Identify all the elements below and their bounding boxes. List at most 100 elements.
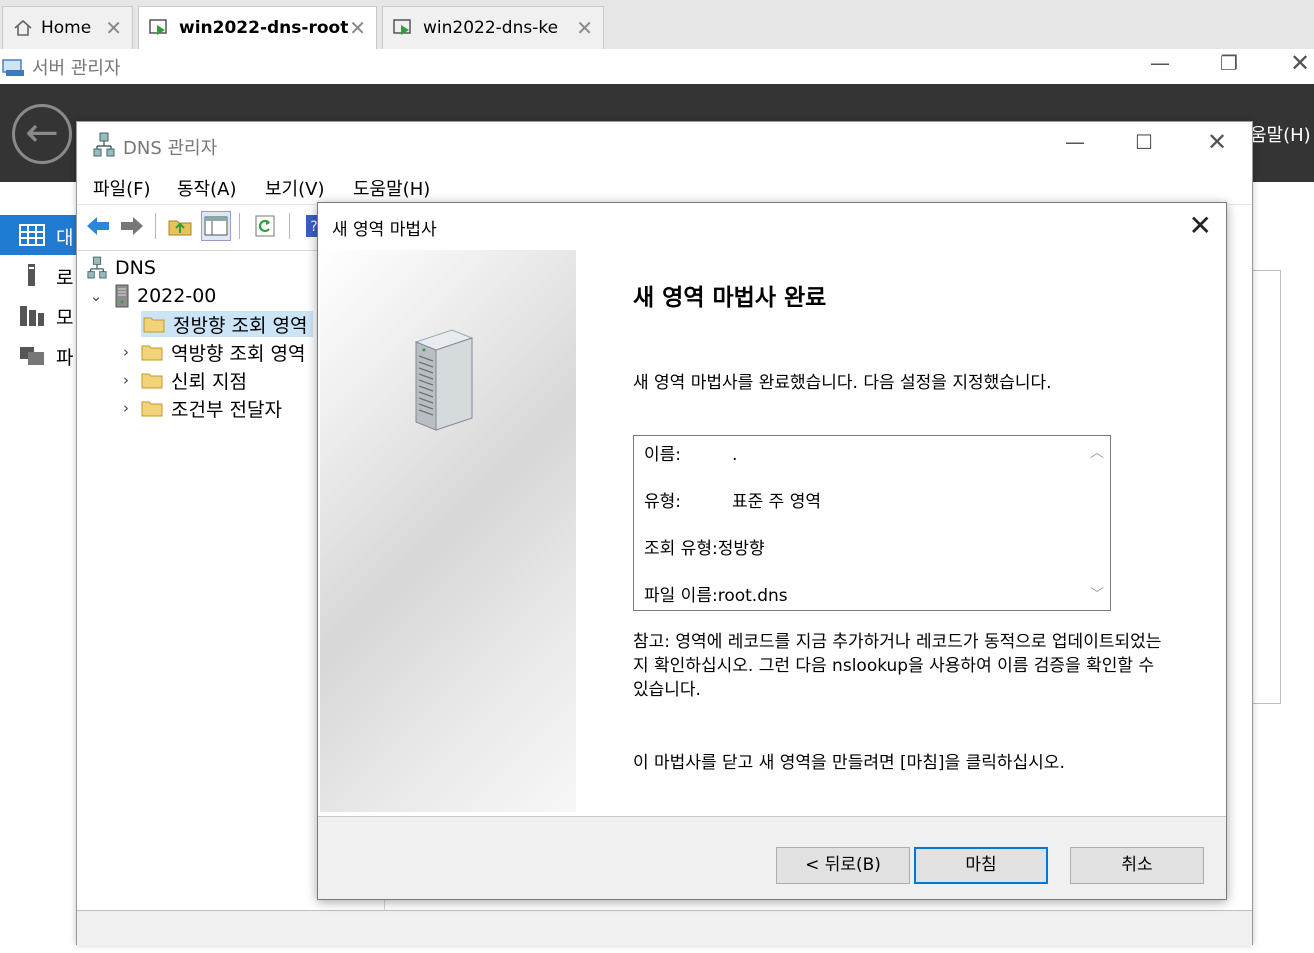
local-server-icon [28,264,35,286]
restore-icon[interactable]: ❐ [1220,51,1238,75]
toolbar-separator [239,213,240,239]
wizard-note-text: 참고: 영역에 레코드를 지금 추가하거나 레코드가 동적으로 업데이트되었는지… [633,632,1162,700]
wizard-banner-image [320,250,576,812]
close-icon[interactable]: ✕ [349,16,366,40]
close-icon[interactable]: ✕ [1207,128,1227,156]
back-button[interactable] [83,211,113,241]
folder-icon [141,373,163,389]
settings-summary-box: 이름:. 유형: 표준 주 영역 조회 유형:정방향 파일 이름:root.dns… [633,435,1111,611]
scroll-down-icon[interactable]: ﹀ [1090,584,1104,604]
nav-label: 파 [56,347,74,369]
nav-item-dashboard[interactable]: 대 [0,215,78,255]
wizard-heading: 새 영역 마법사 완료 [633,285,827,311]
summary-value: 표준 주 영역 [732,492,822,512]
server-icon [115,284,129,308]
chevron-right-icon[interactable]: › [117,343,135,361]
file-services-icon [20,347,44,365]
tree-node-label: 역방향 조회 영역 [171,342,306,365]
menu-bar: 파일(F) 동작(A) 보기(V) 도움말(H) [77,168,1252,202]
footer-divider [318,816,1226,817]
up-folder-icon [168,220,192,236]
tree-node-conditional-forwarders[interactable]: › 조건부 전달자 [117,395,282,421]
wizard-finish-hint: 이 마법사를 닫고 새 영역을 만들려면 [마침]을 클릭하십시오. [633,753,1065,773]
back-arrow-icon[interactable]: ← [12,104,72,164]
summary-value: 정방향 [717,539,765,559]
vm-tab-strip: Home ✕ win2022-dns-root ✕ win2022-dns-ke… [0,0,1314,49]
server-manager-side-panel [1251,270,1281,704]
wizard-intro-text: 새 영역 마법사를 완료했습니다. 다음 설정을 지정했습니다. [633,373,1052,393]
scroll-up-icon[interactable]: ︿ [1090,442,1104,462]
menu-view[interactable]: 보기(V) [265,175,324,201]
minimize-icon[interactable]: — [1150,51,1170,75]
nav-label: 대 [56,227,74,249]
summary-key: 조회 유형: [644,539,718,559]
vm-console-icon [393,19,411,35]
toolbar-separator [289,213,290,239]
nav-label: 로 [56,267,74,289]
tree-node-label: 신뢰 지점 [171,370,247,393]
forward-button[interactable] [117,211,147,241]
summary-line-name: 이름:. [644,440,737,465]
up-folder-button[interactable] [165,211,195,241]
close-icon[interactable]: ✕ [1290,49,1310,77]
tree-node-server[interactable]: ⌄ 2022-00 [87,283,216,309]
home-icon [14,19,32,36]
help-menu[interactable]: 움말(H) [1250,121,1311,147]
menu-file[interactable]: 파일(F) [93,175,151,201]
chevron-right-icon[interactable]: › [117,371,135,389]
dialog-title: 새 영역 마법사 [332,220,437,240]
wizard-titlebar: 새 영역 마법사 ✕ [318,203,1226,249]
tab-win2022-dns-root[interactable]: win2022-dns-root ✕ [138,6,377,49]
summary-key: 이름: [644,445,682,465]
menu-action[interactable]: 동작(A) [177,175,236,201]
tab-label: win2022-dns-ke [423,18,559,38]
finish-button[interactable]: 마침 [914,847,1048,884]
back-button[interactable]: < 뒤로(B) [776,847,910,884]
new-zone-wizard-dialog: 새 영역 마법사 ✕ 새 영역 마법사 완료 새 영역 마법사를 완료했습니다.… [317,202,1227,900]
tab-win2022-dns-ke[interactable]: win2022-dns-ke ✕ [382,6,604,49]
nav-item-file-services[interactable]: 파 [0,335,78,375]
tree-node-trust-points[interactable]: › 신뢰 지점 [117,367,247,393]
vm-console-icon [149,19,167,35]
server-tower-icon [414,329,474,431]
window-title: 서버 관리자 [32,58,121,79]
tree-node-dns[interactable]: DNS [87,255,156,281]
refresh-icon [255,215,275,237]
maximize-icon[interactable]: ☐ [1135,130,1153,154]
cancel-button[interactable]: 취소 [1070,847,1204,884]
vertical-scrollbar[interactable]: ︿ ﹀ [1084,436,1110,610]
tab-home[interactable]: Home ✕ [2,6,133,49]
tree-node-reverse-lookup-zones[interactable]: › 역방향 조회 영역 [117,339,305,365]
nav-item-local-server[interactable]: 로 [0,255,78,295]
folder-icon [143,317,165,333]
status-bar [77,910,1252,946]
dns-icon [93,132,115,157]
summary-value: root.dns [717,586,788,606]
window-title: DNS 관리자 [123,138,218,159]
tree-node-forward-lookup-zones[interactable]: 정방향 조회 영역 [141,311,314,337]
close-icon[interactable]: ✕ [105,16,122,40]
toolbar-separator [155,213,156,239]
forward-arrow-icon [121,217,143,235]
folder-icon [141,345,163,361]
tab-label: win2022-dns-root [179,18,349,38]
dns-icon [87,256,107,279]
close-icon[interactable]: ✕ [576,16,593,40]
dashboard-icon [19,224,45,246]
menu-help[interactable]: 도움말(H) [353,175,430,201]
summary-key: 파일 이름: [644,586,718,606]
nav-item-all-servers[interactable]: 모 [0,295,78,335]
summary-line-lookup-type: 조회 유형:정방향 [644,534,765,559]
chevron-right-icon[interactable]: › [117,399,135,417]
tree-node-label: 정방향 조회 영역 [173,314,308,337]
show-console-tree-button[interactable] [201,211,231,241]
refresh-button[interactable] [251,211,281,241]
close-icon[interactable]: ✕ [1189,209,1212,242]
summary-line-type: 유형: 표준 주 영역 [644,487,821,512]
summary-line-file-name: 파일 이름:root.dns [644,581,788,606]
chevron-down-icon[interactable]: ⌄ [87,287,105,305]
tree-node-label: DNS [115,257,156,279]
minimize-icon[interactable]: — [1065,130,1085,154]
tree-node-label: 조건부 전달자 [171,398,282,421]
summary-key: 유형: [644,492,682,512]
